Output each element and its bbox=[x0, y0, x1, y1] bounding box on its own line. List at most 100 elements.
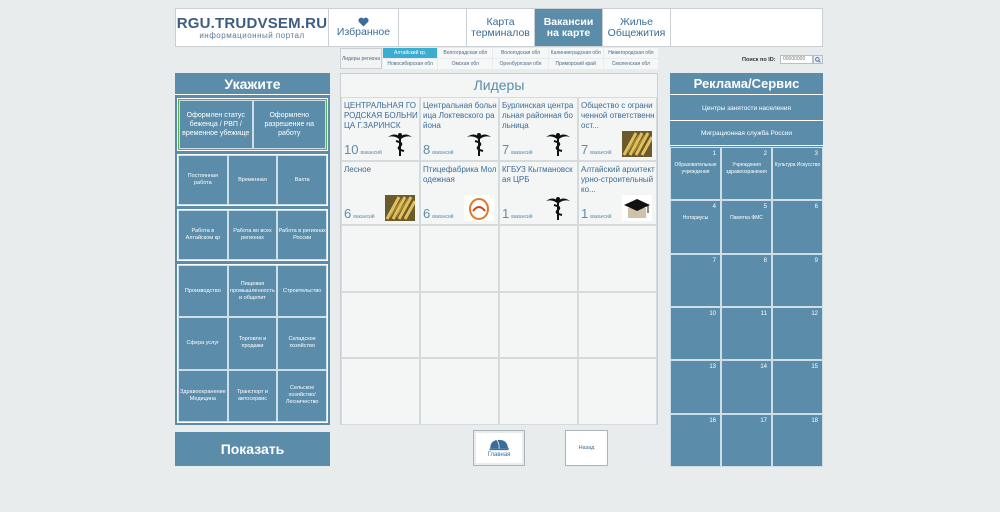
leader-card[interactable]: Лесное 6 вакансий bbox=[341, 161, 420, 225]
service-cell[interactable]: 8 bbox=[721, 253, 772, 307]
leaders-title: Лидеры bbox=[473, 77, 525, 93]
industry-option[interactable]: Пищевая промышленность и общепит bbox=[227, 265, 278, 318]
search-id-input[interactable]: 00000000 bbox=[780, 55, 813, 64]
helmet-icon bbox=[489, 439, 510, 451]
location-option[interactable]: Работа в регионах России bbox=[277, 210, 327, 260]
service-cell[interactable]: 3 Культура Искусство bbox=[772, 147, 823, 201]
region-option[interactable]: Калининградская обл bbox=[548, 48, 603, 58]
leader-card[interactable]: Птицефабрика Молодежная 6 вакансий bbox=[420, 161, 499, 225]
service-cell[interactable]: 15 bbox=[772, 360, 823, 414]
search-button[interactable] bbox=[813, 55, 823, 64]
service-cell[interactable]: 13 bbox=[670, 360, 721, 414]
logo-subtitle: информационный портал bbox=[199, 30, 305, 40]
employment-option[interactable]: Временная bbox=[227, 155, 278, 205]
vacancy-count: 7 вакансий bbox=[581, 142, 612, 157]
industry-option[interactable]: Торговля и продажи bbox=[227, 317, 278, 370]
service-cell-number: 15 bbox=[811, 364, 818, 371]
vacancy-number: 10 bbox=[344, 142, 359, 157]
service-cell-label: Нотариусы bbox=[682, 215, 709, 222]
location-option[interactable]: Работа в Алтайском кр bbox=[178, 210, 228, 260]
industry-option[interactable]: Сельское хозяйство/ Лесничество bbox=[277, 369, 327, 422]
service-cell[interactable]: 7 bbox=[670, 253, 721, 307]
service-cell-number: 14 bbox=[760, 364, 767, 371]
service-cell[interactable]: 5 Памятка ФМС bbox=[721, 200, 772, 254]
wheat-icon bbox=[622, 131, 654, 157]
leader-card[interactable]: Общество с ограниченной ответственност..… bbox=[578, 97, 657, 161]
employment-option[interactable]: Постоянная работа bbox=[178, 155, 228, 205]
show-button[interactable]: Показать bbox=[175, 432, 330, 466]
employment-option[interactable]: Вахта bbox=[277, 155, 327, 205]
employment-centers-banner[interactable]: Центры занятости населения bbox=[670, 96, 823, 121]
service-cell[interactable]: 11 bbox=[721, 306, 772, 361]
industry-filter-group: Производство Пищевая промышленность и общ… bbox=[177, 264, 328, 423]
service-cell-number: 3 bbox=[814, 151, 818, 157]
nav-vacancies-map[interactable]: Вакансии на карте bbox=[535, 9, 603, 46]
empty-leader-slot bbox=[578, 291, 657, 359]
caduceus-icon bbox=[385, 131, 415, 157]
search-label: Поиск по ID: bbox=[742, 57, 776, 63]
region-option[interactable]: Оренбургская обл bbox=[493, 59, 548, 69]
service-cell[interactable]: 18 bbox=[772, 413, 823, 467]
region-option[interactable]: Нижегородская обл bbox=[603, 48, 658, 58]
empty-leader-slot bbox=[420, 358, 499, 425]
top-navigation-bar: RGU.TRUDVSEM.RU информационный портал Из… bbox=[175, 8, 823, 47]
leader-name: Алтайский архитектурно-строительный ко..… bbox=[581, 165, 655, 194]
leader-card[interactable]: Центральная больница Локтевского района 8… bbox=[420, 97, 499, 161]
service-cell[interactable]: 12 bbox=[772, 306, 823, 361]
region-option[interactable]: Приморский край bbox=[548, 59, 603, 69]
service-cell[interactable]: 10 bbox=[670, 306, 721, 361]
home-button[interactable]: Главная bbox=[473, 430, 525, 466]
caduceus-icon bbox=[543, 195, 573, 221]
industry-option[interactable]: Складское хозяйство bbox=[277, 317, 327, 370]
service-cell[interactable]: 9 bbox=[772, 253, 823, 307]
vacancy-count: 6 вакансий bbox=[423, 206, 454, 221]
favorites-button[interactable]: Избранное bbox=[329, 9, 399, 46]
service-cell-number: 17 bbox=[760, 417, 767, 424]
industry-option[interactable]: Здравоохранение Медицина bbox=[178, 369, 228, 422]
industry-option[interactable]: Строительство bbox=[277, 265, 327, 318]
empty-leader-slot bbox=[578, 225, 657, 292]
service-cell[interactable]: 6 bbox=[772, 200, 823, 254]
service-cell[interactable]: 16 bbox=[670, 413, 721, 467]
back-button[interactable]: Назад bbox=[565, 430, 608, 466]
region-option[interactable]: Волгоградская обл bbox=[438, 48, 493, 58]
service-cell-label: Учреждения здравоохранения bbox=[726, 162, 767, 175]
empty-leader-slot bbox=[420, 225, 499, 292]
vacancy-word: вакансий bbox=[360, 150, 382, 156]
status-option[interactable]: Оформлен статус беженца / РВП / временно… bbox=[179, 100, 253, 149]
site-logo[interactable]: RGU.TRUDVSEM.RU информационный портал bbox=[176, 9, 329, 46]
service-cell[interactable]: 1 Образовательные учреждения bbox=[670, 147, 721, 201]
vacancy-count: 1 вакансий bbox=[502, 206, 533, 221]
region-option[interactable]: Алтайский кр. bbox=[383, 48, 438, 58]
service-cell-number: 9 bbox=[814, 257, 818, 264]
status-option[interactable]: Оформлено разрешение на работу bbox=[252, 100, 326, 149]
industry-option[interactable]: Производство bbox=[178, 265, 228, 318]
industry-option[interactable]: Транспорт и автосервис bbox=[227, 369, 278, 422]
service-cell-number: 18 bbox=[811, 417, 818, 424]
leader-name: Общество с ограниченной ответственност..… bbox=[581, 101, 655, 130]
region-option[interactable]: Вологодская обл bbox=[493, 48, 548, 58]
leader-card[interactable]: ЦЕНТРАЛЬНАЯ ГОРОДСКАЯ БОЛЬНИЦА Г.ЗАРИНСК… bbox=[341, 97, 420, 161]
region-option[interactable]: Омская обл bbox=[438, 59, 493, 69]
location-option[interactable]: Работа во всех регионах bbox=[227, 210, 278, 260]
service-cell-number: 7 bbox=[712, 257, 716, 264]
industry-option[interactable]: Сфера услуг bbox=[178, 317, 228, 370]
leader-card[interactable]: Бурлинская центральная районная больница… bbox=[499, 97, 578, 161]
service-cell-number: 4 bbox=[712, 204, 716, 211]
service-cell-number: 6 bbox=[814, 204, 818, 211]
service-cell[interactable]: 17 bbox=[721, 413, 772, 467]
vacancy-count: 7 вакансий bbox=[502, 142, 533, 157]
leader-card[interactable]: Алтайский архитектурно-строительный ко..… bbox=[578, 161, 657, 225]
vacancy-word: вакансий bbox=[353, 214, 375, 220]
employment-filter-group: Постоянная работа Временная Вахта bbox=[177, 154, 328, 206]
service-cell-number: 12 bbox=[811, 310, 818, 317]
nav-terminals-map[interactable]: Карта терминалов bbox=[467, 9, 535, 46]
leader-card[interactable]: КГБУЗ Кытмановская ЦРБ 1 вакансий bbox=[499, 161, 578, 225]
service-cell[interactable]: 4 Нотариусы bbox=[670, 200, 721, 254]
migration-service-banner[interactable]: Миграционная служба России bbox=[670, 122, 823, 146]
region-option[interactable]: Новосибирская обл bbox=[383, 59, 438, 69]
service-cell[interactable]: 14 bbox=[721, 360, 772, 414]
service-cell[interactable]: 2 Учреждения здравоохранения bbox=[721, 147, 772, 201]
nav-housing[interactable]: Жилье Общежития bbox=[603, 9, 671, 46]
region-option[interactable]: Смоленская обл bbox=[603, 59, 658, 69]
